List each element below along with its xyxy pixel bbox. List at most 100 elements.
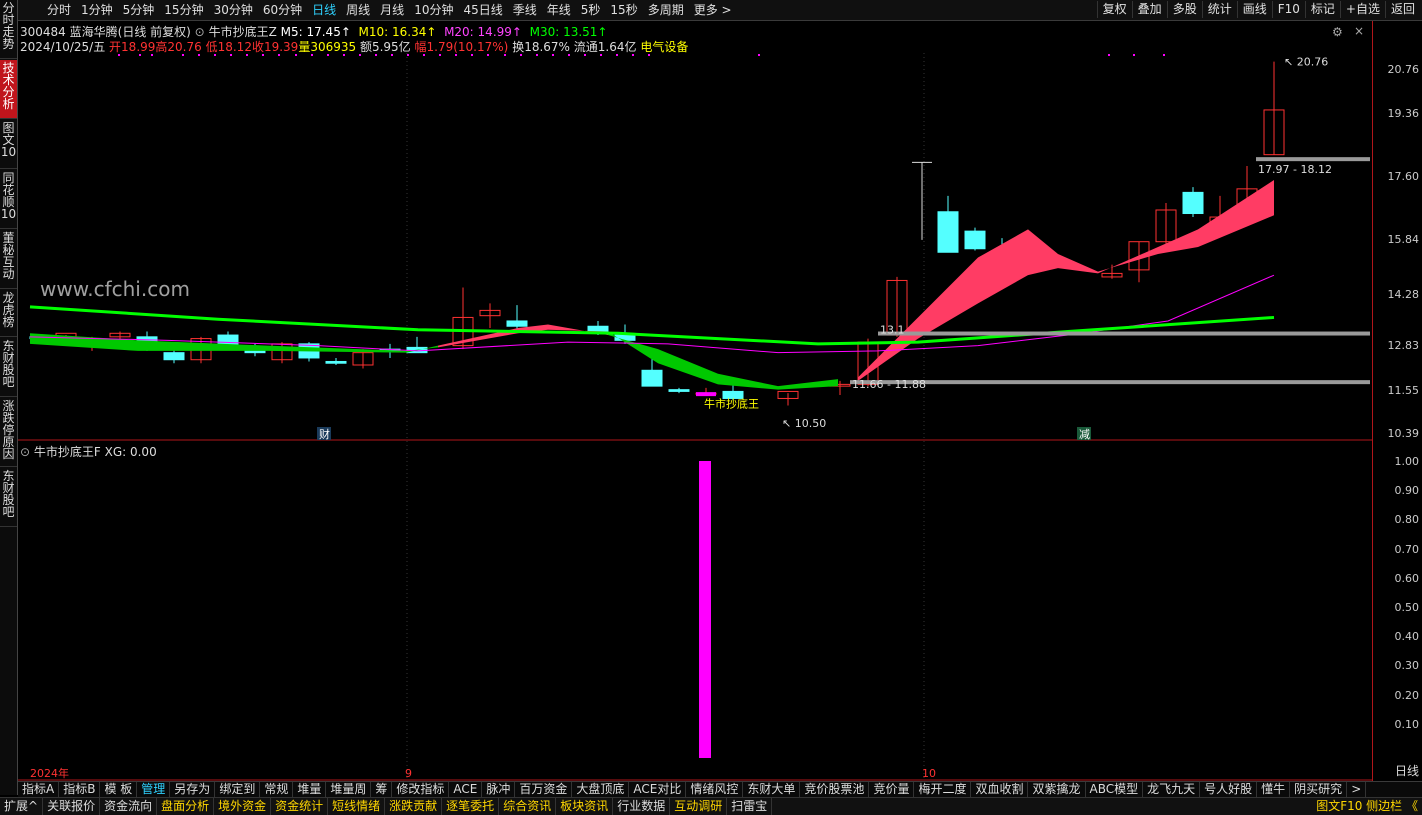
indicator-name[interactable]: 牛市抄底王Z xyxy=(209,25,277,39)
period-tab[interactable]: 30分钟 xyxy=(209,2,258,18)
status-button[interactable]: 资金流向 xyxy=(100,798,158,815)
status-button[interactable]: 资金统计 xyxy=(271,798,329,815)
side-tab[interactable]: 涨跌停原因 xyxy=(0,398,17,467)
candle-body xyxy=(1182,191,1204,215)
indicator-tab[interactable]: 号人好股 xyxy=(1200,782,1258,798)
period-tab[interactable]: 季线 xyxy=(508,2,542,18)
gear-icon[interactable]: ⚙ xyxy=(1332,25,1343,39)
indicator-tab[interactable]: 双紫擒龙 xyxy=(1028,782,1086,798)
indicator-tab[interactable]: 双血收割 xyxy=(971,782,1029,798)
signal-dot xyxy=(1108,54,1110,56)
period-tab[interactable]: 45日线 xyxy=(458,2,507,18)
indicator-tab[interactable]: 阴买研究 xyxy=(1290,782,1348,798)
indicator-tab[interactable]: 百万资金 xyxy=(515,782,573,798)
side-tab[interactable]: 龙虎榜 xyxy=(0,290,17,337)
indicator-tab[interactable]: 模 板 xyxy=(100,782,138,798)
indicator-tab[interactable]: 筹 xyxy=(371,782,393,798)
side-tab[interactable]: 东财股吧 xyxy=(0,468,17,527)
indicator-tab[interactable]: 堆量 xyxy=(293,782,327,798)
sub-tick: 0.30 xyxy=(1394,659,1420,673)
indicator-tab[interactable]: 堆量周 xyxy=(326,782,372,798)
toolbar-button[interactable]: 返回 xyxy=(1384,1,1420,18)
toolbar-button[interactable]: 统计 xyxy=(1201,1,1237,18)
candle-body xyxy=(163,352,185,361)
side-tab[interactable]: 分时走势 xyxy=(0,0,17,59)
sub-tick: 0.80 xyxy=(1394,513,1420,527)
indicator-tab[interactable]: 脉冲 xyxy=(482,782,516,798)
toolbar-button[interactable]: 叠加 xyxy=(1131,1,1167,18)
candle-body xyxy=(668,389,690,392)
candle-body xyxy=(506,320,528,327)
toolbar-button[interactable]: F10 xyxy=(1271,1,1305,18)
indicator-tab[interactable]: ABC模型 xyxy=(1086,782,1144,798)
toolbar-button[interactable]: +自选 xyxy=(1339,1,1385,18)
period-tab[interactable]: 1分钟 xyxy=(76,2,118,18)
indicator-tab[interactable]: 东财大单 xyxy=(743,782,801,798)
toolbar-button[interactable]: 复权 xyxy=(1096,1,1132,18)
indicator-tab[interactable]: > xyxy=(1347,782,1367,798)
indicator-tab[interactable]: 常规 xyxy=(260,782,294,798)
indicator-dropdown-icon[interactable]: ⊙ xyxy=(195,25,205,39)
indicator-tab[interactable]: 管理 xyxy=(137,782,171,798)
status-button[interactable]: 行业数据 xyxy=(613,798,671,815)
status-button[interactable]: 扩展^ xyxy=(0,798,44,815)
indicator-tab[interactable]: 指标A xyxy=(18,782,60,798)
side-tab[interactable]: 董秘互动 xyxy=(0,230,17,289)
indicator-tab[interactable]: 竞价股票池 xyxy=(800,782,870,798)
indicator-tab[interactable]: 修改指标 xyxy=(392,782,450,798)
sidebar-toggle[interactable]: 图文F10 侧边栏 《 xyxy=(1316,798,1418,814)
sub-indicator-dropdown-icon[interactable]: ⊙ xyxy=(20,445,30,459)
period-tab[interactable]: 5分钟 xyxy=(118,2,160,18)
status-button[interactable]: 综合资讯 xyxy=(499,798,557,815)
indicator-tab[interactable]: 大盘顶底 xyxy=(572,782,630,798)
status-button[interactable]: 短线情绪 xyxy=(328,798,386,815)
candle-body xyxy=(325,360,347,364)
period-tab[interactable]: 多周期 xyxy=(643,2,689,18)
status-button[interactable]: 境外资金 xyxy=(214,798,272,815)
status-button[interactable]: 逐笔委托 xyxy=(442,798,500,815)
status-bar: 扩展^ 关联报价 资金流向 盘面分析 境外资金 资金统计 短线情绪 涨跌贡献 逐笔委托 综合资讯板… xyxy=(0,797,1422,815)
side-tab[interactable]: 东财股吧 xyxy=(0,338,17,397)
indicator-tab[interactable]: 绑定到 xyxy=(215,782,261,798)
period-tab[interactable]: 月线 xyxy=(375,2,409,18)
side-tab[interactable]: 技术分析 xyxy=(0,60,17,119)
period-tab[interactable]: 日线 xyxy=(307,2,341,18)
low-label: ↖ 10.50 xyxy=(782,417,826,430)
sub-tick: 0.10 xyxy=(1394,717,1420,731)
signal-label: 牛市抄底王 xyxy=(704,396,759,410)
signal-dot xyxy=(1133,54,1135,56)
indicator-tab[interactable]: 懂牛 xyxy=(1257,782,1291,798)
status-button[interactable]: 扫雷宝 xyxy=(727,798,773,815)
toolbar-button[interactable]: 标记 xyxy=(1304,1,1340,18)
period-tab[interactable]: 更多 > xyxy=(689,2,737,18)
period-tab[interactable]: 60分钟 xyxy=(258,2,307,18)
status-button[interactable]: 涨跌贡献 xyxy=(385,798,443,815)
period-tab[interactable]: 周线 xyxy=(341,2,375,18)
status-button[interactable]: 互动调研 xyxy=(670,798,728,815)
status-button[interactable]: 关联报价 xyxy=(43,798,101,815)
status-button[interactable]: 盘面分析 xyxy=(157,798,215,815)
price-tick: 15.84 xyxy=(1387,233,1420,246)
indicator-tab[interactable]: ACE对比 xyxy=(629,782,687,798)
chart-area[interactable]: ↖ 20.76 ↖ 10.50 17.97 - 18.12 11.66 - 11.88… xyxy=(18,21,1372,781)
period-tab[interactable]: 15秒 xyxy=(605,2,642,18)
indicator-tab[interactable]: 梅开二度 xyxy=(914,782,972,798)
indicator-tab[interactable]: 另存为 xyxy=(170,782,216,798)
close-icon[interactable]: × xyxy=(1354,24,1364,38)
period-tab[interactable]: 15分钟 xyxy=(159,2,208,18)
period-tab[interactable]: 5秒 xyxy=(576,2,606,18)
indicator-tab[interactable]: 情绪风控 xyxy=(686,782,744,798)
period-tab[interactable]: 年线 xyxy=(542,2,576,18)
side-tab[interactable]: 同花顺10 xyxy=(0,170,17,229)
period-tab[interactable]: 分时 xyxy=(42,2,76,18)
indicator-tab[interactable]: 龙飞九天 xyxy=(1143,782,1201,798)
side-tab[interactable]: 图文10 xyxy=(0,120,17,169)
indicator-tab[interactable]: 竞价量 xyxy=(869,782,915,798)
toolbar-button[interactable]: 画线 xyxy=(1236,1,1272,18)
stock-quote-line: 2024/10/25/五 开18.99高20.76 低18.12收19.39量3… xyxy=(20,40,689,54)
indicator-tab[interactable]: ACE xyxy=(449,782,483,798)
toolbar-button[interactable]: 多股 xyxy=(1166,1,1202,18)
period-tab[interactable]: 10分钟 xyxy=(409,2,458,18)
indicator-tab[interactable]: 指标B xyxy=(59,782,101,798)
status-button[interactable]: 板块资讯 xyxy=(556,798,614,815)
